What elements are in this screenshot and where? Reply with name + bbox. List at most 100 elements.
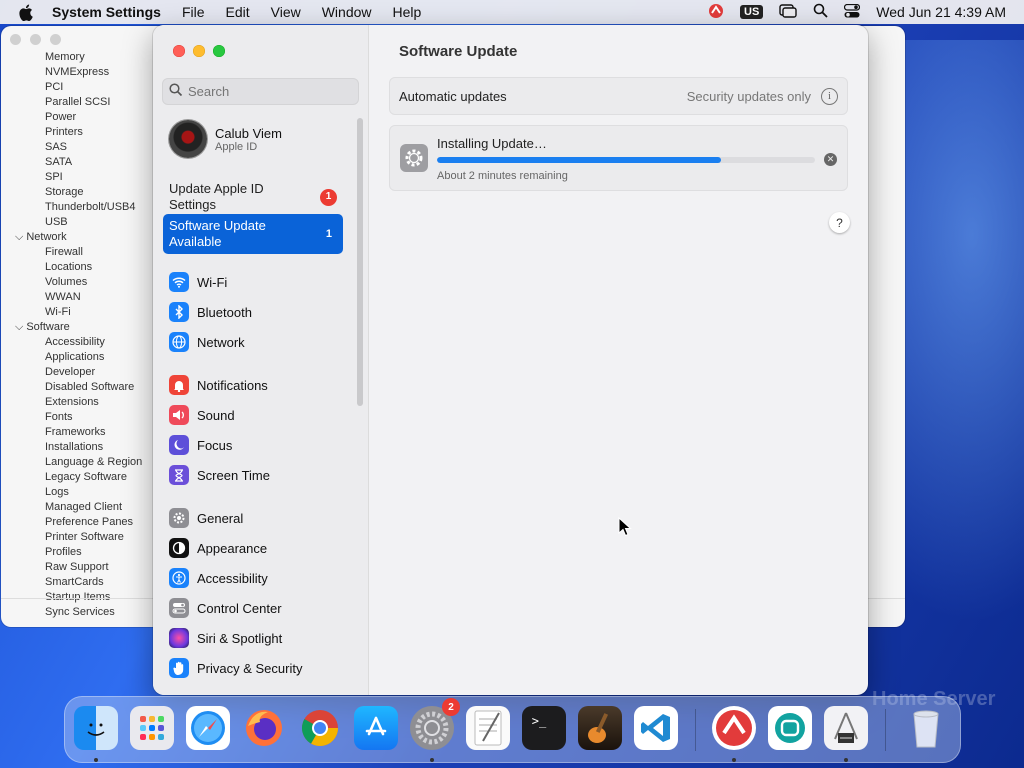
apple-menu-icon[interactable]: [18, 4, 34, 21]
edit-menu[interactable]: Edit: [226, 4, 250, 20]
bg-close-button[interactable]: [10, 34, 21, 45]
tree-item[interactable]: Applications: [1, 350, 142, 365]
tree-item[interactable]: Storage: [1, 185, 142, 200]
anydesk-icon[interactable]: [712, 706, 756, 750]
garageband-icon[interactable]: [578, 706, 622, 750]
sidebar-item-bluetooth[interactable]: Bluetooth: [169, 302, 252, 322]
tree-item[interactable]: Fonts: [1, 410, 142, 425]
sidebar-item-appearance[interactable]: Appearance: [169, 538, 267, 558]
tree-item[interactable]: Logs: [1, 485, 142, 500]
tree-group-software[interactable]: ⌵ Software: [1, 320, 142, 335]
minimize-button[interactable]: [193, 45, 205, 57]
safari-icon[interactable]: [186, 706, 230, 750]
tree-item[interactable]: Accessibility: [1, 335, 142, 350]
tree-group-network[interactable]: ⌵ Network: [1, 230, 142, 245]
zoom-button[interactable]: [213, 45, 225, 57]
screen-mirroring-icon[interactable]: [779, 3, 797, 21]
tree-item[interactable]: Profiles: [1, 545, 142, 560]
apple-id-account[interactable]: Calub Viem Apple ID: [169, 120, 282, 158]
tree-item[interactable]: Printers: [1, 125, 142, 140]
tree-item[interactable]: Disabled Software: [1, 380, 142, 395]
tree-item[interactable]: Preference Panes: [1, 515, 142, 530]
sidebar-item-label: Siri & Spotlight: [197, 630, 283, 646]
menu-clock[interactable]: Wed Jun 21 4:39 AM: [876, 4, 1006, 20]
file-menu[interactable]: File: [182, 4, 205, 20]
tree-item[interactable]: Legacy Software: [1, 470, 142, 485]
launchpad-icon[interactable]: [130, 706, 174, 750]
sidebar-item-network[interactable]: Network: [169, 332, 245, 352]
bg-minimize-button[interactable]: [30, 34, 41, 45]
app-name-menu[interactable]: System Settings: [52, 4, 161, 20]
tree-item[interactable]: Wi-Fi: [1, 305, 142, 320]
tree-item[interactable]: Language & Region: [1, 455, 142, 470]
sidebar-item-privacy-security[interactable]: Privacy & Security: [169, 658, 302, 678]
view-menu[interactable]: View: [271, 4, 301, 20]
tree-item[interactable]: Installations: [1, 440, 142, 455]
sidebar-item-screen-time[interactable]: Screen Time: [169, 465, 270, 485]
tree-item[interactable]: Sync Services: [1, 605, 142, 620]
sidebar-item-label: Wi-Fi: [197, 274, 228, 290]
sidebar-item-siri-spotlight[interactable]: Siri & Spotlight: [169, 628, 282, 648]
chrome-icon[interactable]: [298, 706, 342, 750]
firefox-icon[interactable]: [242, 706, 286, 750]
tree-item[interactable]: Managed Client: [1, 500, 142, 515]
help-menu[interactable]: Help: [393, 4, 422, 20]
system-settings-icon[interactable]: 2: [410, 698, 460, 750]
help-button[interactable]: ?: [829, 212, 850, 233]
tree-item[interactable]: Volumes: [1, 275, 142, 290]
tree-item[interactable]: Firewall: [1, 245, 142, 260]
tree-item[interactable]: Raw Support: [1, 560, 142, 575]
finder-icon[interactable]: [74, 706, 118, 750]
control-center-icon[interactable]: [844, 3, 861, 21]
tree-item[interactable]: Parallel SCSI: [1, 95, 142, 110]
close-button[interactable]: [173, 45, 185, 57]
sidebar-item-focus[interactable]: Focus: [169, 435, 232, 455]
update-apple-id-settings-item[interactable]: Update Apple ID Settings 1: [163, 177, 343, 217]
window-menu[interactable]: Window: [322, 4, 372, 20]
anydesk-status-icon[interactable]: [708, 3, 724, 22]
tree-item[interactable]: Thunderbolt/USB4: [1, 200, 142, 215]
sidebar-item-control-center[interactable]: Control Center: [169, 598, 282, 618]
vscode-icon[interactable]: [634, 706, 678, 750]
app-store-icon[interactable]: [354, 706, 398, 750]
sidebar-item-accessibility[interactable]: Accessibility: [169, 568, 268, 588]
chevron-down-icon[interactable]: ⌵: [15, 320, 23, 335]
sidebar-item-general[interactable]: General: [169, 508, 243, 528]
tree-item[interactable]: WWAN: [1, 290, 142, 305]
search-input[interactable]: [188, 84, 348, 99]
sidebar-item-sound[interactable]: Sound: [169, 405, 235, 425]
sidebar-scrollbar[interactable]: [357, 118, 363, 406]
software-update-available-item[interactable]: Software Update Available 1: [163, 214, 343, 254]
bg-zoom-button[interactable]: [50, 34, 61, 45]
tree-item[interactable]: Frameworks: [1, 425, 142, 440]
chevron-down-icon[interactable]: ⌵: [15, 230, 23, 245]
tree-item[interactable]: SPI: [1, 170, 142, 185]
tree-item[interactable]: Extensions: [1, 395, 142, 410]
tree-item[interactable]: Locations: [1, 260, 142, 275]
tree-item[interactable]: Developer: [1, 365, 142, 380]
sidebar-item-notifications[interactable]: Notifications: [169, 375, 268, 395]
system-info-icon[interactable]: [824, 706, 868, 750]
tree-item[interactable]: SmartCards: [1, 575, 142, 590]
pockity-icon[interactable]: [768, 706, 812, 750]
sidebar-item-wifi[interactable]: Wi-Fi: [169, 272, 227, 292]
hourglass-icon: [169, 465, 189, 485]
sidebar-item-label: Control Center: [197, 600, 282, 616]
tree-item[interactable]: SATA: [1, 155, 142, 170]
trash-icon[interactable]: [904, 706, 948, 750]
tree-item[interactable]: NVMExpress: [1, 65, 142, 80]
input-source-badge[interactable]: US: [740, 5, 764, 19]
search-field[interactable]: [162, 78, 359, 105]
tree-item[interactable]: Memory: [1, 50, 142, 65]
terminal-icon[interactable]: >_: [522, 706, 566, 750]
tree-item[interactable]: Printer Software: [1, 530, 142, 545]
tree-item[interactable]: USB: [1, 215, 142, 230]
spotlight-search-icon[interactable]: [813, 3, 828, 21]
notification-badge: 1: [320, 188, 337, 206]
tree-item[interactable]: SAS: [1, 140, 142, 155]
tree-item[interactable]: Power: [1, 110, 142, 125]
cancel-update-button[interactable]: ✕: [824, 153, 837, 166]
info-icon[interactable]: i: [821, 87, 838, 105]
textedit-icon[interactable]: [466, 706, 510, 750]
tree-item[interactable]: PCI: [1, 80, 142, 95]
